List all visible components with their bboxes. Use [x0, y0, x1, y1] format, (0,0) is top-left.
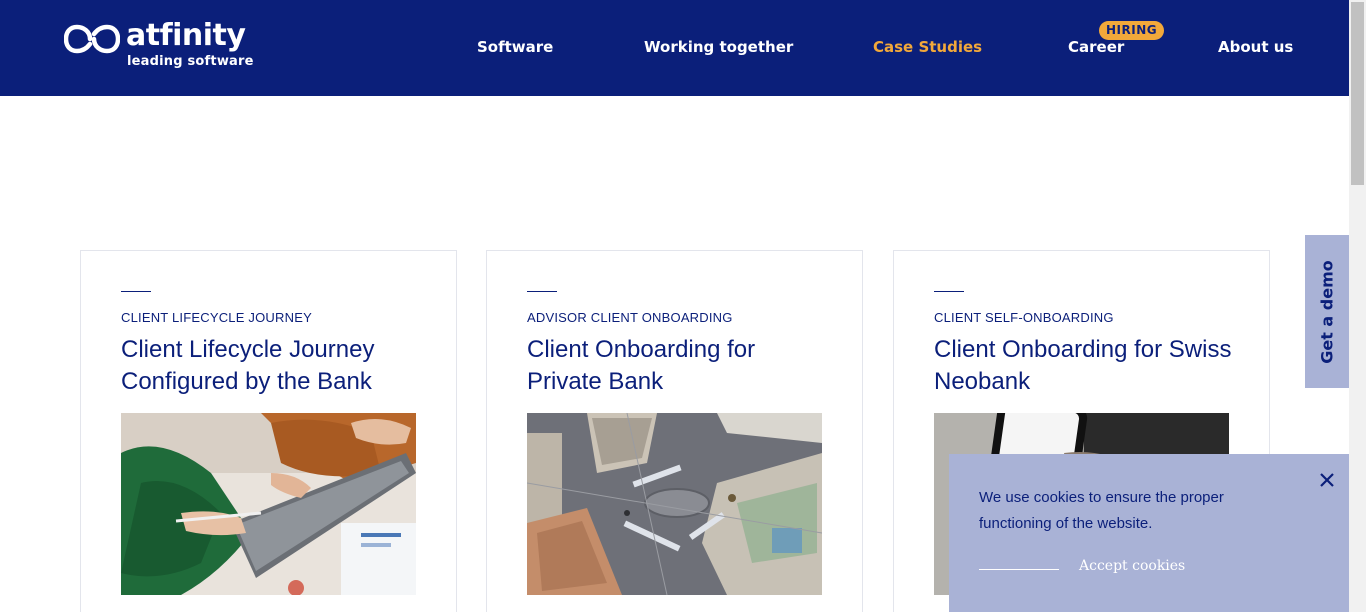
infinity-logo-icon	[64, 24, 120, 54]
site-logo[interactable]: atfinity leading software	[64, 18, 254, 72]
card-title[interactable]: Client Onboarding for Private Bank	[527, 334, 827, 398]
card-category: CLIENT SELF-ONBOARDING	[934, 310, 1114, 325]
case-study-card[interactable]: ADVISOR CLIENT ONBOARDING Client Onboard…	[486, 250, 863, 612]
nav-software[interactable]: Software	[477, 38, 553, 56]
nav-career[interactable]: Career	[1068, 38, 1124, 56]
get-a-demo-label: Get a demo	[1317, 259, 1337, 364]
card-title[interactable]: Client Onboarding for Swiss Neobank	[934, 334, 1234, 398]
site-header: atfinity leading software Software Worki…	[0, 0, 1349, 96]
logo-tagline: leading software	[127, 54, 254, 69]
card-category: CLIENT LIFECYCLE JOURNEY	[121, 310, 312, 325]
page-scrollbar[interactable]	[1349, 0, 1366, 612]
card-divider	[527, 291, 557, 292]
card-divider	[121, 291, 151, 292]
get-a-demo-button[interactable]: Get a demo	[1305, 235, 1349, 388]
nav-working-together[interactable]: Working together	[644, 38, 793, 56]
nav-about-us[interactable]: About us	[1218, 38, 1293, 56]
aerial-city-square-image[interactable]	[527, 413, 822, 595]
case-study-card[interactable]: CLIENT LIFECYCLE JOURNEY Client Lifecycl…	[80, 250, 457, 612]
nav-case-studies[interactable]: Case Studies	[873, 38, 982, 56]
accept-cookies-button[interactable]: Accept cookies	[1079, 558, 1185, 574]
scrollbar-thumb[interactable]	[1351, 2, 1364, 185]
hiring-badge: HIRING	[1099, 21, 1165, 40]
people-with-tablet-image[interactable]	[121, 413, 416, 595]
cookie-message: We use cookies to ensure the proper func…	[979, 489, 1224, 532]
card-title[interactable]: Client Lifecycle Journey Configured by t…	[121, 334, 421, 398]
card-category: ADVISOR CLIENT ONBOARDING	[527, 310, 733, 325]
cookie-divider	[979, 569, 1059, 570]
card-divider	[934, 291, 964, 292]
logo-wordmark: atfinity	[126, 18, 246, 53]
close-icon[interactable]	[1315, 468, 1339, 492]
cookie-banner: We use cookies to ensure the proper func…	[949, 454, 1349, 612]
